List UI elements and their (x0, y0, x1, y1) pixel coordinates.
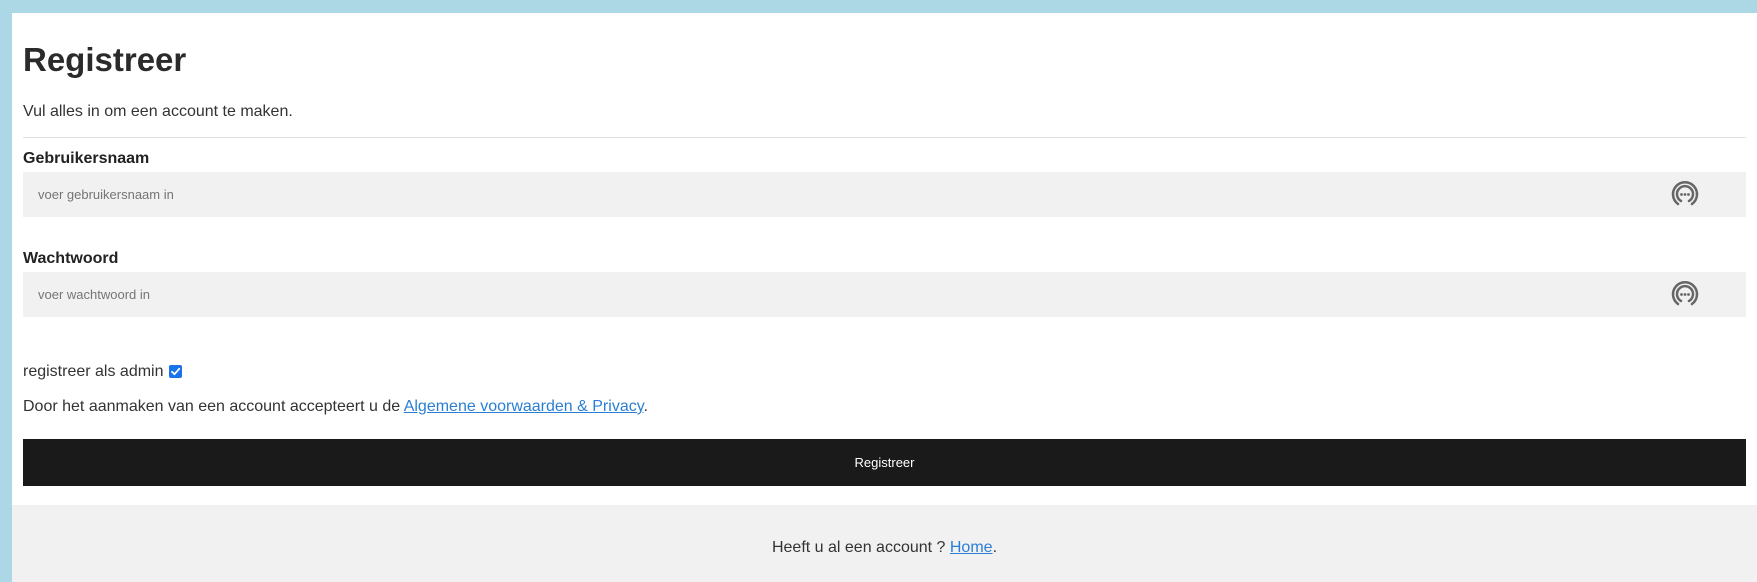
terms-suffix: . (643, 398, 648, 415)
footer-suffix: . (992, 539, 998, 556)
password-input[interactable] (23, 272, 1643, 317)
password-field (23, 272, 1746, 317)
password-manager-key-icon[interactable] (1669, 278, 1701, 310)
divider (23, 137, 1746, 138)
admin-checkbox-label: registreer als admin (23, 363, 164, 380)
register-button[interactable]: Registreer (23, 439, 1746, 486)
home-link[interactable]: Home (950, 539, 993, 556)
footer: Heeft u al een account ? Home. (12, 505, 1757, 582)
username-field (23, 172, 1746, 217)
checkmark-icon (170, 367, 180, 376)
password-manager-key-icon[interactable] (1669, 178, 1701, 210)
username-label: Gebruikersnaam (23, 150, 150, 167)
username-input[interactable] (23, 172, 1643, 217)
admin-option: registreer als admin (23, 362, 182, 381)
terms-text: Door het aanmaken van een account accept… (23, 397, 648, 416)
page-subtitle: Vul alles in om een account te maken. (23, 103, 293, 120)
terms-link[interactable]: Algemene voorwaarden & Privacy (404, 398, 644, 415)
footer-prefix: Heeft u al een account ? (771, 539, 950, 556)
page-title: Registreer (23, 41, 187, 78)
register-card: Registreer Vul alles in om een account t… (12, 13, 1757, 582)
terms-prefix: Door het aanmaken van een account accept… (23, 398, 404, 415)
admin-checkbox[interactable] (168, 365, 182, 379)
password-label: Wachtwoord (23, 250, 119, 267)
footer-text: Heeft u al een account ? Home. (12, 538, 1757, 557)
